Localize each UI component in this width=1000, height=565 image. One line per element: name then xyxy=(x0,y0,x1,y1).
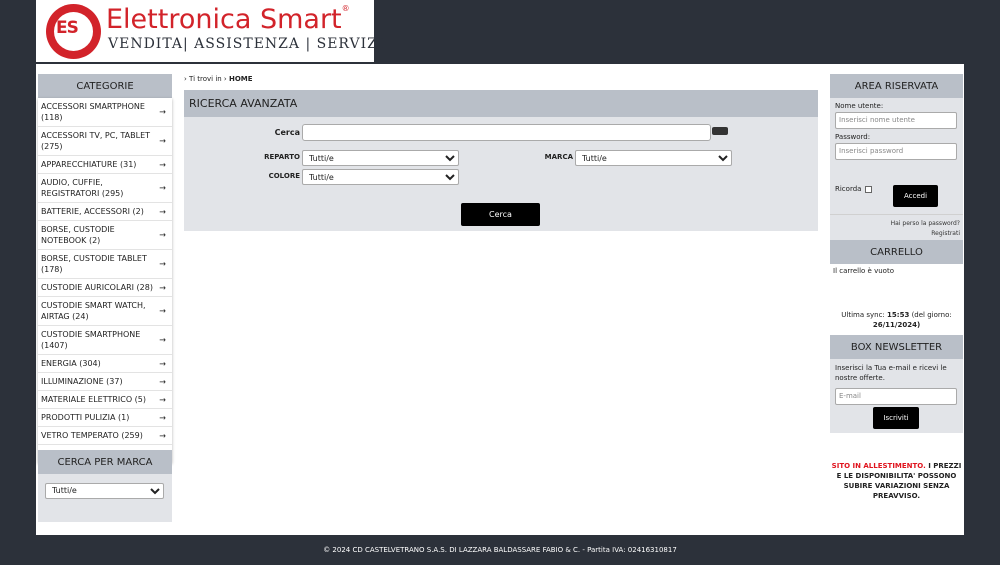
category-label: VETRO TEMPERATO (259) xyxy=(41,431,143,440)
arrow-right-icon: → xyxy=(159,377,166,386)
breadcrumb: › Ti trovi in › HOME xyxy=(184,75,253,83)
breadcrumb-current[interactable]: HOME xyxy=(229,75,253,83)
remember-label: Ricorda xyxy=(835,185,862,193)
category-item[interactable]: VETRO TEMPERATO (259) → xyxy=(38,427,172,445)
colore-label: COLORE xyxy=(268,172,300,180)
category-item[interactable]: BORSE, CUSTODIE TABLET (178) → xyxy=(38,250,172,279)
category-item[interactable]: MATERIALE ELETTRICO (5) → xyxy=(38,391,172,409)
password-label: Password: xyxy=(835,133,871,141)
arrow-right-icon: → xyxy=(159,283,166,292)
newsletter-box: BOX NEWSLETTER Inserisci la Tua e-mail e… xyxy=(830,335,963,433)
category-label: AUDIO, CUFFIE, REGISTRATORI (295) xyxy=(41,178,124,198)
marca-select[interactable]: Tutti/e xyxy=(575,150,732,166)
logo[interactable]: ES Elettronica Smart® VENDITA| ASSISTENZ… xyxy=(36,0,383,62)
reparto-select[interactable]: Tutti/e xyxy=(302,150,459,166)
cart-title: CARRELLO xyxy=(830,240,963,264)
categories-title: CATEGORIE xyxy=(38,74,172,98)
arrow-right-icon: → xyxy=(159,413,166,422)
brand-search-title: CERCA PER MARCA xyxy=(38,450,172,474)
category-item[interactable]: ACCESSORI SMARTPHONE (118) → xyxy=(38,98,172,127)
cerca-label: Cerca xyxy=(274,128,300,137)
category-label: ACCESSORI TV, PC, TABLET (275) xyxy=(41,131,151,151)
category-label: BORSE, CUSTODIE TABLET (178) xyxy=(41,254,147,274)
cart-box: CARRELLO Il carrello è vuoto xyxy=(830,240,963,282)
login-box: AREA RISERVATA Nome utente: Inserisci no… xyxy=(830,74,963,242)
category-label: ILLUMINAZIONE (37) xyxy=(41,377,123,386)
arrow-right-icon: → xyxy=(159,207,166,216)
password-input[interactable]: Inserisci password xyxy=(835,143,957,160)
login-links: Hai perso la password? Registrati xyxy=(830,214,963,242)
brand-select[interactable]: Tutti/e xyxy=(45,482,164,499)
arrow-right-icon: → xyxy=(159,160,166,169)
logo-brand-name: Elettronica Smart® xyxy=(106,4,350,35)
register-link[interactable]: Registrati xyxy=(833,229,960,239)
arrow-right-icon: → xyxy=(159,395,166,404)
site-notice: SITO IN ALLESTIMENTO. I PREZZI E LE DISP… xyxy=(830,461,963,501)
category-label: PRODOTTI PULIZIA (1) xyxy=(41,413,130,422)
category-item[interactable]: APPARECCHIATURE (31) → xyxy=(38,156,172,174)
category-item[interactable]: CUSTODIE SMARTPHONE (1407) → xyxy=(38,326,172,355)
footer-copyright: © 2024 CD CASTELVETRANO S.A.S. DI LAZZAR… xyxy=(323,546,677,554)
arrow-right-icon: → xyxy=(159,431,166,440)
categories-box: CATEGORIE ACCESSORI SMARTPHONE (118) → ACC… xyxy=(38,74,172,463)
category-label: CUSTODIE AURICOLARI (28) xyxy=(41,283,153,292)
category-item[interactable]: ENERGIA (304) → xyxy=(38,355,172,373)
arrow-right-icon: → xyxy=(159,183,166,193)
search-button[interactable]: Cerca xyxy=(461,203,540,226)
arrow-right-icon: → xyxy=(159,136,166,146)
cart-empty-text: Il carrello è vuoto xyxy=(830,264,963,282)
category-label: ACCESSORI SMARTPHONE (118) xyxy=(41,102,145,122)
username-input[interactable]: Inserisci nome utente xyxy=(835,112,957,129)
category-item[interactable]: CUSTODIE SMART WATCH, AIRTAG (24) → xyxy=(38,297,172,326)
arrow-right-icon: → xyxy=(159,107,166,117)
arrow-right-icon: → xyxy=(159,230,166,240)
category-label: BATTERIE, ACCESSORI (2) xyxy=(41,207,144,216)
login-title: AREA RISERVATA xyxy=(830,74,963,98)
search-input[interactable] xyxy=(302,124,711,141)
newsletter-email-input[interactable]: E-mail xyxy=(835,388,957,405)
arrow-right-icon: → xyxy=(159,306,166,316)
breadcrumb-prefix: › Ti trovi in › xyxy=(184,75,227,83)
sync-info: Ultima sync: 15:53 (del giorno: 26/11/20… xyxy=(841,311,952,329)
advanced-search-title: RICERCA AVANZATA xyxy=(184,90,818,117)
category-label: BORSE, CUSTODIE NOTEBOOK (2) xyxy=(41,225,115,245)
logo-tagline: VENDITA| ASSISTENZA | SERVIZI xyxy=(108,36,385,52)
newsletter-text: Inserisci la Tua e-mail e ricevi le nost… xyxy=(835,364,947,382)
arrow-right-icon: → xyxy=(159,259,166,269)
colore-select[interactable]: Tutti/e xyxy=(302,169,459,185)
category-item[interactable]: PRODOTTI PULIZIA (1) → xyxy=(38,409,172,427)
marca-label: MARCA xyxy=(544,153,573,161)
remember-checkbox[interactable] xyxy=(865,185,873,193)
reparto-label: REPARTO xyxy=(264,153,300,161)
category-item[interactable]: AUDIO, CUFFIE, REGISTRATORI (295) → xyxy=(38,174,172,203)
category-label: APPARECCHIATURE (31) xyxy=(41,160,137,169)
keyboard-icon[interactable] xyxy=(712,127,728,135)
arrow-right-icon: → xyxy=(159,335,166,345)
category-label: CUSTODIE SMARTPHONE (1407) xyxy=(41,330,141,350)
subscribe-button[interactable]: Iscriviti xyxy=(873,407,919,429)
category-item[interactable]: ACCESSORI TV, PC, TABLET (275) → xyxy=(38,127,172,156)
logo-mark-letters: ES xyxy=(56,18,79,38)
username-label: Nome utente: xyxy=(835,102,884,110)
category-label: CUSTODIE SMART WATCH, AIRTAG (24) xyxy=(41,301,146,321)
brand-search-box: CERCA PER MARCA Tutti/e xyxy=(38,450,172,522)
category-item[interactable]: CUSTODIE AURICOLARI (28) → xyxy=(38,279,172,297)
categories-list: ACCESSORI SMARTPHONE (118) → ACCESSORI TV,… xyxy=(38,98,172,463)
login-button[interactable]: Accedi xyxy=(893,185,938,207)
arrow-right-icon: → xyxy=(159,359,166,368)
category-item[interactable]: BORSE, CUSTODIE NOTEBOOK (2) → xyxy=(38,221,172,250)
remember-me: Ricorda xyxy=(835,185,873,193)
newsletter-title: BOX NEWSLETTER xyxy=(830,335,963,359)
category-label: ENERGIA (304) xyxy=(41,359,101,368)
forgot-password-link[interactable]: Hai perso la password? xyxy=(833,219,960,229)
category-label: MATERIALE ELETTRICO (5) xyxy=(41,395,147,404)
advanced-search-panel: RICERCA AVANZATA Cerca REPARTO Tutti/e M… xyxy=(184,90,818,231)
category-item[interactable]: ILLUMINAZIONE (37) → xyxy=(38,373,172,391)
notice-red-text: SITO IN ALLESTIMENTO. xyxy=(831,462,926,470)
category-item[interactable]: BATTERIE, ACCESSORI (2) → xyxy=(38,203,172,221)
